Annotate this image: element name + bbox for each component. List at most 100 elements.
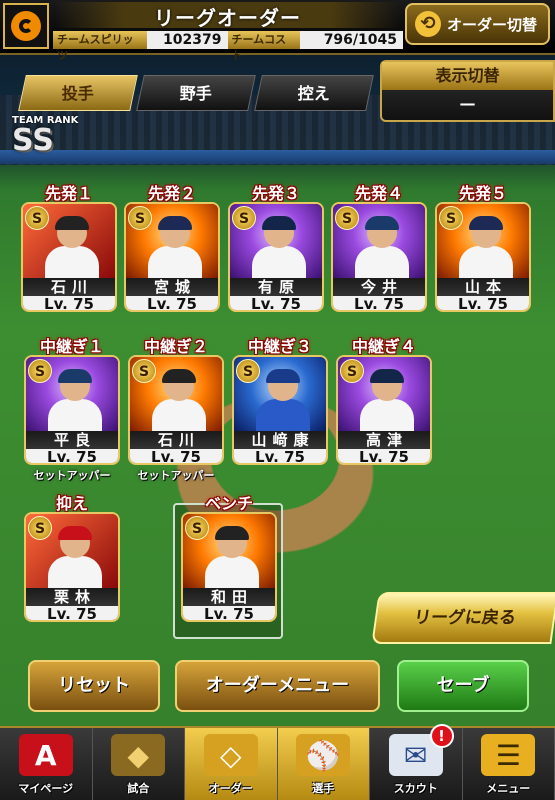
save-button[interactable]: セーブ <box>397 660 529 712</box>
nav-menu[interactable]: ☰ メニュー <box>462 728 555 800</box>
reliever-slot-label: 中継ぎ２ <box>143 337 208 356</box>
player-jersey <box>256 399 310 433</box>
team-stats: チームスピリッツ 102379 チームコスト 796/1045 <box>53 30 403 62</box>
team-logo <box>3 3 49 49</box>
player-name: 栗林 <box>26 588 118 606</box>
starter-slot-label: 先発１ <box>44 184 93 203</box>
rank-badge-icon: S <box>128 206 152 230</box>
team-spirits-value: 102379 <box>146 31 228 49</box>
tab-pitcher[interactable]: 投手 <box>18 75 138 111</box>
reset-button[interactable]: リセット <box>28 660 160 712</box>
bottom-nav: A マイページ ◆ 試合 ◇ オーダー ⚾ 選手 ✉ スカウト! ☰ メニュー <box>0 724 555 800</box>
notification-badge-icon: ! <box>429 724 454 748</box>
rank-badge-icon: S <box>185 516 209 540</box>
rank-badge-icon: S <box>232 206 256 230</box>
reliever-player-card[interactable]: S 石川 Lv. 75 <box>128 355 224 465</box>
player-level: Lv. 75 <box>26 606 118 620</box>
reliever-player-card[interactable]: S 高津 Lv. 75 <box>336 355 432 465</box>
player-portrait <box>152 369 206 433</box>
player-jersey <box>360 399 414 433</box>
rank-badge-icon: S <box>340 359 364 383</box>
player-level: Lv. 75 <box>230 296 322 310</box>
rank-badge-icon: S <box>439 206 463 230</box>
rank-badge-icon: S <box>28 359 52 383</box>
player-jersey <box>459 246 513 280</box>
player-name: 山﨑康 <box>234 431 326 449</box>
bench-slot: ベンチ S 和田 Lv. 75 <box>181 490 277 622</box>
nav-mypage[interactable]: A マイページ <box>0 728 93 800</box>
player-cap <box>215 526 249 540</box>
bench-player-card[interactable]: S 和田 Lv. 75 <box>181 512 277 622</box>
player-name: 有原 <box>230 278 322 296</box>
starter-slot-label: 先発５ <box>458 184 507 203</box>
player-portrait <box>256 369 310 433</box>
rank-badge-icon: S <box>335 206 359 230</box>
player-role: セットアッパー <box>137 469 215 482</box>
starter-slot: 先発５ S 山本 Lv. 75 <box>435 180 531 312</box>
player-portrait <box>148 216 202 280</box>
order-menu-button[interactable]: オーダーメニュー <box>175 660 380 712</box>
back-to-league-button[interactable]: リーグに戻る <box>371 592 555 644</box>
nav-label: メニュー <box>486 782 531 795</box>
player-name: 和田 <box>183 588 275 606</box>
player-level: Lv. 75 <box>23 296 115 310</box>
player-level: Lv. 75 <box>126 296 218 310</box>
player-name: 今井 <box>333 278 425 296</box>
player-jersey <box>48 556 102 590</box>
display-toggle-value: — <box>459 94 476 113</box>
starter-slot: 先発２ S 宮城 Lv. 75 <box>124 180 220 312</box>
player-level: Lv. 75 <box>437 296 529 310</box>
starter-slot-label: 先発３ <box>251 184 300 203</box>
page-title: リーグオーダー <box>55 2 400 30</box>
nav-label: 選手 <box>312 782 335 795</box>
player-portrait <box>205 526 259 590</box>
player-icon: ⚾ <box>296 734 351 776</box>
player-jersey <box>148 246 202 280</box>
tab-fielder[interactable]: 野手 <box>136 75 256 111</box>
nav-label: マイページ <box>18 782 74 795</box>
player-name: 高津 <box>338 431 430 449</box>
player-portrait <box>45 216 99 280</box>
player-level: Lv. 75 <box>234 449 326 463</box>
starter-player-card[interactable]: S 宮城 Lv. 75 <box>124 202 220 312</box>
player-jersey <box>205 556 259 590</box>
reliever-player-card[interactable]: S 山﨑康 Lv. 75 <box>232 355 328 465</box>
player-cap <box>365 216 399 230</box>
player-portrait <box>355 216 409 280</box>
nav-game[interactable]: ◆ 試合 <box>92 728 185 800</box>
player-jersey <box>45 246 99 280</box>
reliever-player-card[interactable]: S 平良 Lv. 75 <box>24 355 120 465</box>
starter-player-card[interactable]: S 石川 Lv. 75 <box>21 202 117 312</box>
player-name: 平良 <box>26 431 118 449</box>
closer-player-card[interactable]: S 栗林 Lv. 75 <box>24 512 120 622</box>
team-cost-value: 796/1045 <box>299 31 403 49</box>
starter-slot: 先発４ S 今井 Lv. 75 <box>331 180 427 312</box>
player-name: 石川 <box>130 431 222 449</box>
player-jersey <box>355 246 409 280</box>
team-cost-label: チームコスト <box>227 31 300 62</box>
nav-order[interactable]: ◇ オーダー <box>185 728 278 800</box>
player-cap <box>162 369 196 383</box>
rank-badge-icon: S <box>25 206 49 230</box>
mypage-icon: A <box>18 734 73 776</box>
reliever-slot-label: 中継ぎ３ <box>247 337 312 356</box>
order-switch-button[interactable]: ⟲ オーダー切替 <box>405 3 550 45</box>
starter-player-card[interactable]: S 有原 Lv. 75 <box>228 202 324 312</box>
starter-slot-label: 先発２ <box>147 184 196 203</box>
tab-label: 野手 <box>179 84 212 103</box>
reliever-slot-label: 中継ぎ１ <box>39 337 104 356</box>
reliever-slot: 中継ぎ１ S 平良 Lv. 75 セットアッパー <box>24 333 120 483</box>
tab-reserve[interactable]: 控え <box>254 75 374 111</box>
nav-player[interactable]: ⚾ 選手 <box>277 728 370 800</box>
starter-player-card[interactable]: S 今井 Lv. 75 <box>331 202 427 312</box>
nav-scout[interactable]: ✉ スカウト! <box>370 724 463 800</box>
player-cap <box>58 526 92 540</box>
reliever-slot: 中継ぎ４ S 高津 Lv. 75 <box>336 333 432 465</box>
player-cap <box>262 216 296 230</box>
closer-slot: 抑え S 栗林 Lv. 75 <box>24 490 120 622</box>
rank-badge-icon: S <box>236 359 260 383</box>
player-name: 山本 <box>437 278 529 296</box>
player-level: Lv. 75 <box>338 449 430 463</box>
starter-player-card[interactable]: S 山本 Lv. 75 <box>435 202 531 312</box>
display-toggle-button[interactable]: 表示切替 — <box>380 60 555 122</box>
